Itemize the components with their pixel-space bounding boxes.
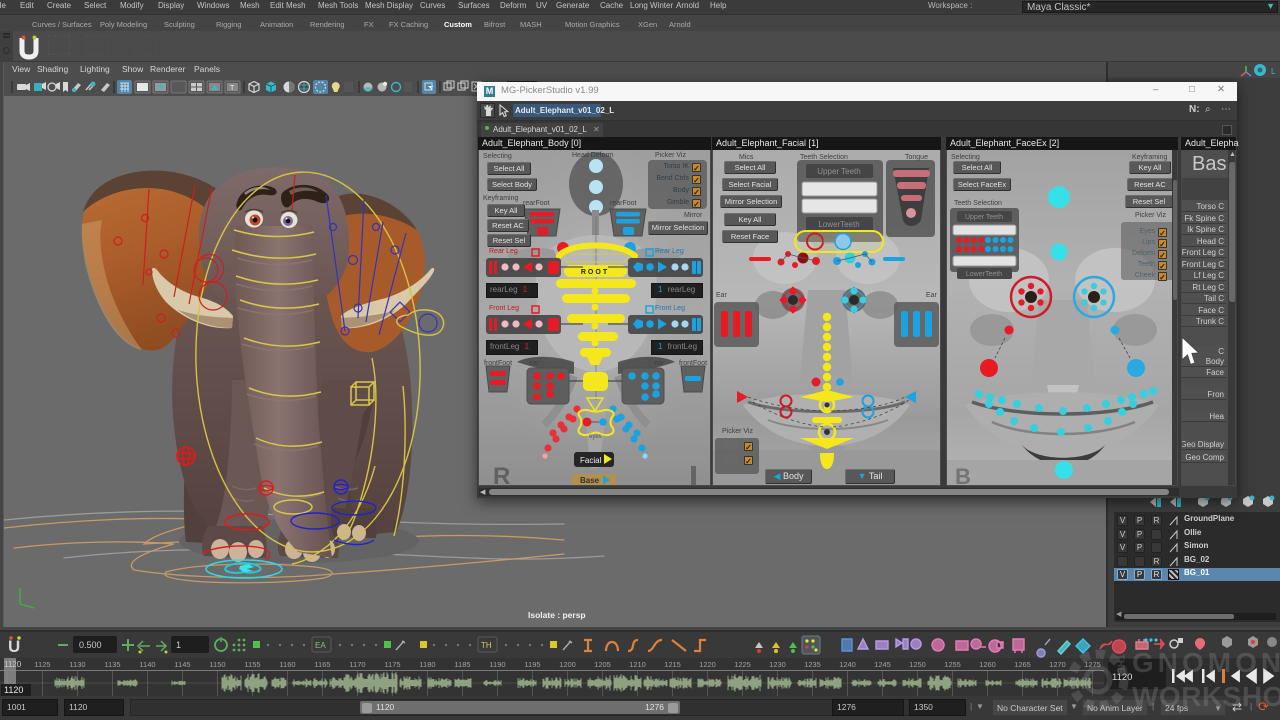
svg-text:1120: 1120 [4,660,22,669]
svg-text:1220: 1220 [699,660,716,669]
svg-text:L: L [1271,67,1276,76]
svg-text:1215: 1215 [664,660,681,669]
svg-text:1245: 1245 [874,660,891,669]
svg-text:U: U [8,637,20,656]
svg-text:1265: 1265 [1014,660,1031,669]
svg-text:Base: Base [580,476,600,485]
svg-text:0.500: 0.500 [79,640,102,650]
svg-text:1275: 1275 [1084,660,1101,669]
svg-text:ROOT: ROOT [581,269,609,276]
svg-text:1230: 1230 [769,660,786,669]
svg-text:R: R [493,463,510,485]
svg-text:1255: 1255 [944,660,961,669]
svg-text:1240: 1240 [839,660,856,669]
svg-text:1235: 1235 [804,660,821,669]
svg-text:1210: 1210 [629,660,646,669]
svg-text:1165: 1165 [314,660,330,669]
svg-text:1170: 1170 [349,660,365,669]
svg-text:1155: 1155 [244,660,260,669]
svg-text:LowerTeeth: LowerTeeth [966,271,1002,278]
svg-text:LowerTeeth: LowerTeeth [818,220,859,229]
svg-text:1205: 1205 [594,660,611,669]
svg-text:Upper Teeth: Upper Teeth [965,214,1003,221]
svg-text:1185: 1185 [454,660,470,669]
svg-text:1145: 1145 [174,660,190,669]
svg-text:1140: 1140 [139,660,155,669]
svg-text:eyes: eyes [589,434,602,440]
svg-text:1175: 1175 [384,660,400,669]
svg-text:TH: TH [481,641,492,650]
svg-text:1250: 1250 [909,660,926,669]
svg-text:1: 1 [176,640,181,650]
svg-text:Facial: Facial [580,456,602,465]
svg-text:EA: EA [315,641,326,650]
svg-text:1260: 1260 [979,660,996,669]
svg-text:1270: 1270 [1049,660,1066,669]
svg-text:1160: 1160 [279,660,295,669]
svg-text:1180: 1180 [419,660,435,669]
svg-text:1200: 1200 [559,660,576,669]
svg-text:1195: 1195 [524,660,540,669]
svg-text:1120: 1120 [4,685,23,695]
svg-text:1120: 1120 [1112,672,1132,683]
svg-text:1125: 1125 [34,660,50,669]
svg-text:1225: 1225 [734,660,751,669]
svg-text:1135: 1135 [104,660,120,669]
svg-text:1150: 1150 [209,660,225,669]
svg-text:1130: 1130 [69,660,85,669]
svg-text:B: B [955,464,971,485]
svg-text:T: T [230,85,235,92]
svg-text:1190: 1190 [489,660,505,669]
svg-text:Upper Teeth: Upper Teeth [817,167,860,176]
